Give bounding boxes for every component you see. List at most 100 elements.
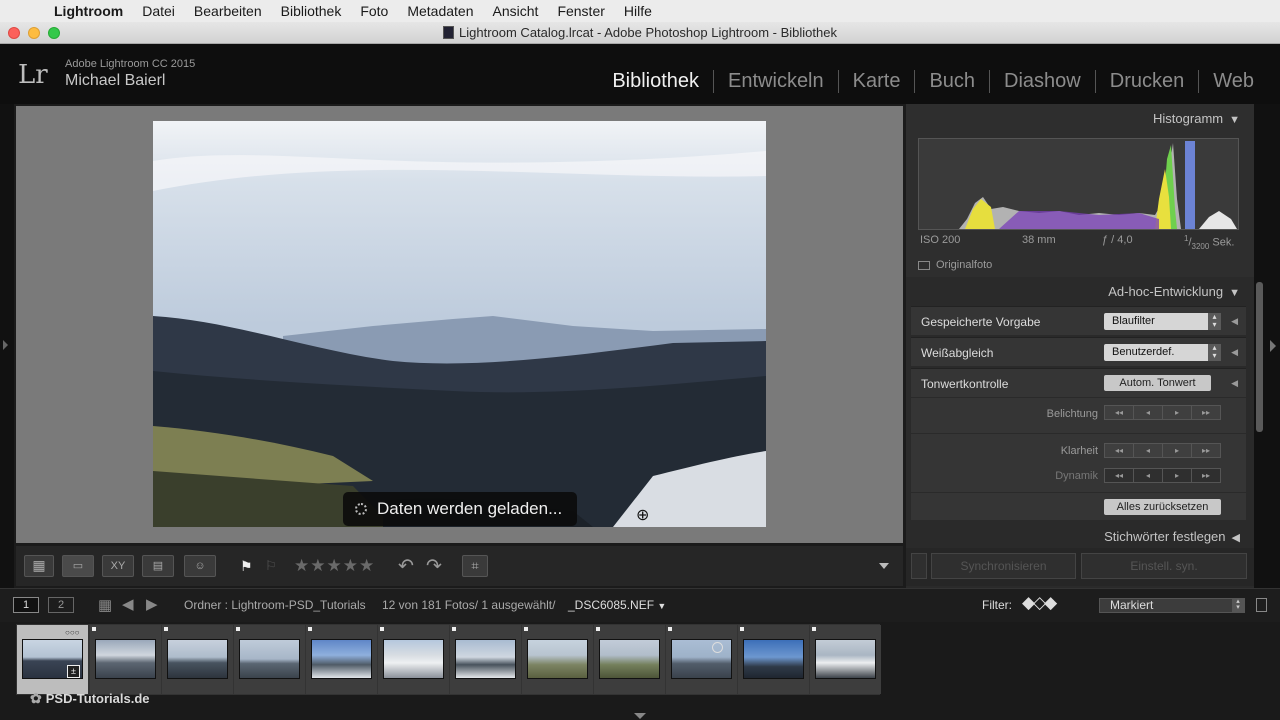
window-2-button[interactable]: 2	[48, 597, 74, 613]
vibrance-large-decrease[interactable]: ◂◂	[1105, 469, 1133, 482]
compare-view-icon[interactable]: XY	[102, 555, 134, 577]
filmstrip-thumb[interactable]	[162, 625, 233, 694]
more-options-icon[interactable]: ○○○	[65, 628, 80, 637]
module-entwickeln[interactable]: Entwickeln	[713, 70, 838, 93]
vibrance-decrease[interactable]: ◂	[1133, 469, 1162, 482]
panel-scrollbar[interactable]	[1256, 282, 1263, 432]
original-photo-toggle[interactable]: Originalfoto	[918, 259, 992, 271]
left-panel-collapsed[interactable]	[0, 104, 14, 588]
clarity-increase[interactable]: ▸	[1162, 444, 1191, 457]
menu-item-bearbeiten[interactable]: Bearbeiten	[194, 3, 262, 19]
sync-settings-button[interactable]: Einstell. syn.	[1081, 553, 1247, 579]
module-drucken[interactable]: Drucken	[1094, 70, 1198, 93]
collapse-right-panel-icon[interactable]	[1270, 340, 1276, 352]
filmstrip-thumb[interactable]	[738, 625, 809, 694]
exposure-increase[interactable]: ▸	[1162, 406, 1191, 419]
clarity-stepper[interactable]: ◂◂ ◂ ▸ ▸▸	[1104, 443, 1221, 458]
zoom-window-button[interactable]	[48, 27, 60, 39]
checkbox[interactable]	[918, 260, 930, 270]
crop-overlay-icon[interactable]: ⌗	[462, 555, 488, 577]
module-buch[interactable]: Buch	[914, 70, 989, 93]
grid-icon[interactable]: ▦	[98, 596, 112, 614]
filmstrip-thumb[interactable]	[666, 625, 737, 694]
rotate-right-icon[interactable]: ↷	[426, 555, 442, 578]
expand-triangle-icon[interactable]: ◀	[1231, 378, 1238, 389]
menu-item-lightroom[interactable]: Lightroom	[54, 3, 123, 19]
close-window-button[interactable]	[8, 27, 20, 39]
module-diashow[interactable]: Diashow	[989, 70, 1095, 93]
filter-lock-icon[interactable]	[1256, 598, 1267, 612]
vibrance-label: Dynamik	[1055, 470, 1098, 482]
filmstrip-thumb[interactable]	[378, 625, 449, 694]
exposure-stepper[interactable]: ◂◂ ◂ ▸ ▸▸	[1104, 405, 1221, 420]
menu-item-metadaten[interactable]: Metadaten	[407, 3, 473, 19]
collapse-triangle-icon[interactable]: ▼	[1229, 114, 1240, 126]
main-photo[interactable]	[153, 121, 766, 527]
module-bibliothek[interactable]: Bibliothek	[598, 70, 713, 93]
module-karte[interactable]: Karte	[837, 70, 915, 93]
auto-tone-button[interactable]: Autom. Tonwert	[1104, 375, 1211, 391]
menu-item-foto[interactable]: Foto	[360, 3, 388, 19]
clarity-large-decrease[interactable]: ◂◂	[1105, 444, 1133, 457]
filmstrip-thumb[interactable]	[234, 625, 305, 694]
menu-item-fenster[interactable]: Fenster	[557, 3, 604, 19]
menu-item-hilfe[interactable]: Hilfe	[624, 3, 652, 19]
original-photo-label: Originalfoto	[936, 259, 993, 271]
pick-flag-icon[interactable]: ⚑	[240, 558, 253, 575]
loupe-view-icon[interactable]: ▭	[62, 555, 94, 577]
back-arrow-icon[interactable]: ◀	[122, 595, 134, 613]
exposure-large-increase[interactable]: ▸▸	[1191, 406, 1220, 419]
expand-triangle-icon[interactable]: ◀	[1231, 347, 1238, 358]
vibrance-increase[interactable]: ▸	[1162, 469, 1191, 482]
vibrance-stepper[interactable]: ◂◂ ◂ ▸ ▸▸	[1104, 468, 1221, 483]
histogram-header[interactable]: Histogramm ▼	[1153, 111, 1240, 126]
collapse-filmstrip-icon[interactable]	[634, 713, 646, 719]
star-rating[interactable]: ★★★★★	[294, 556, 375, 576]
filter-label: Filter:	[982, 598, 1012, 612]
forward-arrow-icon[interactable]: ▶	[146, 595, 158, 613]
clarity-large-increase[interactable]: ▸▸	[1191, 444, 1220, 457]
menu-item-ansicht[interactable]: Ansicht	[493, 3, 539, 19]
menu-item-bibliothek[interactable]: Bibliothek	[281, 3, 342, 19]
filmstrip-thumb[interactable]	[306, 625, 377, 694]
quickdev-header[interactable]: Ad-hoc-Entwicklung ▼	[1108, 284, 1240, 299]
expand-triangle-icon[interactable]: ◀	[1231, 316, 1238, 327]
filmstrip-thumb[interactable]	[522, 625, 593, 694]
filmstrip-thumb[interactable]	[594, 625, 665, 694]
menu-item-datei[interactable]: Datei	[142, 3, 175, 19]
magnifier-plus-icon[interactable]: ⊕	[636, 505, 649, 525]
sync-switch[interactable]	[911, 553, 927, 579]
minimize-window-button[interactable]	[28, 27, 40, 39]
filmstrip-thumb[interactable]	[450, 625, 521, 694]
expand-triangle-icon[interactable]: ◀	[1232, 532, 1240, 544]
exposure-large-decrease[interactable]: ◂◂	[1105, 406, 1133, 419]
filmstrip-thumb[interactable]: ○○○ ±	[17, 625, 88, 694]
filmstrip-thumb[interactable]	[810, 625, 881, 694]
reject-flag-icon[interactable]: ⚐	[265, 558, 277, 574]
histogram-graph[interactable]	[918, 138, 1239, 230]
file-name[interactable]: _DSC6085.NEF ▼	[568, 598, 666, 612]
folder-info[interactable]: Ordner : Lightroom-PSD_Tutorials	[184, 598, 366, 612]
clarity-decrease[interactable]: ◂	[1133, 444, 1162, 457]
module-web[interactable]: Web	[1198, 70, 1268, 93]
grid-view-icon[interactable]: ▦	[24, 555, 54, 577]
preset-select[interactable]: Blaufilter ▴ ▾	[1104, 313, 1221, 330]
module-picker: Bibliothek Entwickeln Karte Buch Diashow…	[598, 70, 1268, 93]
survey-view-icon[interactable]: ▤	[142, 555, 174, 577]
collapse-triangle-icon[interactable]: ▼	[1229, 287, 1240, 299]
exposure-decrease[interactable]: ◂	[1133, 406, 1162, 419]
sync-button[interactable]: Synchronisieren	[931, 553, 1076, 579]
reset-all-button[interactable]: Alles zurücksetzen	[1104, 499, 1221, 515]
keywords-header[interactable]: Stichwörter festlegen ◀	[1104, 529, 1240, 544]
white-balance-select[interactable]: Benutzerdef. ▴ ▾	[1104, 344, 1221, 361]
people-view-icon[interactable]: ☺	[184, 555, 216, 577]
filmstrip-thumb[interactable]	[90, 625, 161, 694]
rotate-left-icon[interactable]: ↶	[398, 555, 414, 578]
window-1-button[interactable]: 1	[13, 597, 39, 613]
filter-select[interactable]: Markiert ▴ ▾	[1099, 598, 1245, 613]
flag-filter-icons[interactable]: ◆◇◆	[1022, 593, 1057, 613]
document-icon	[443, 26, 455, 39]
vibrance-large-increase[interactable]: ▸▸	[1191, 469, 1220, 482]
expand-left-panel-icon[interactable]	[3, 340, 8, 350]
toolbar-dropdown-icon[interactable]	[879, 563, 889, 569]
